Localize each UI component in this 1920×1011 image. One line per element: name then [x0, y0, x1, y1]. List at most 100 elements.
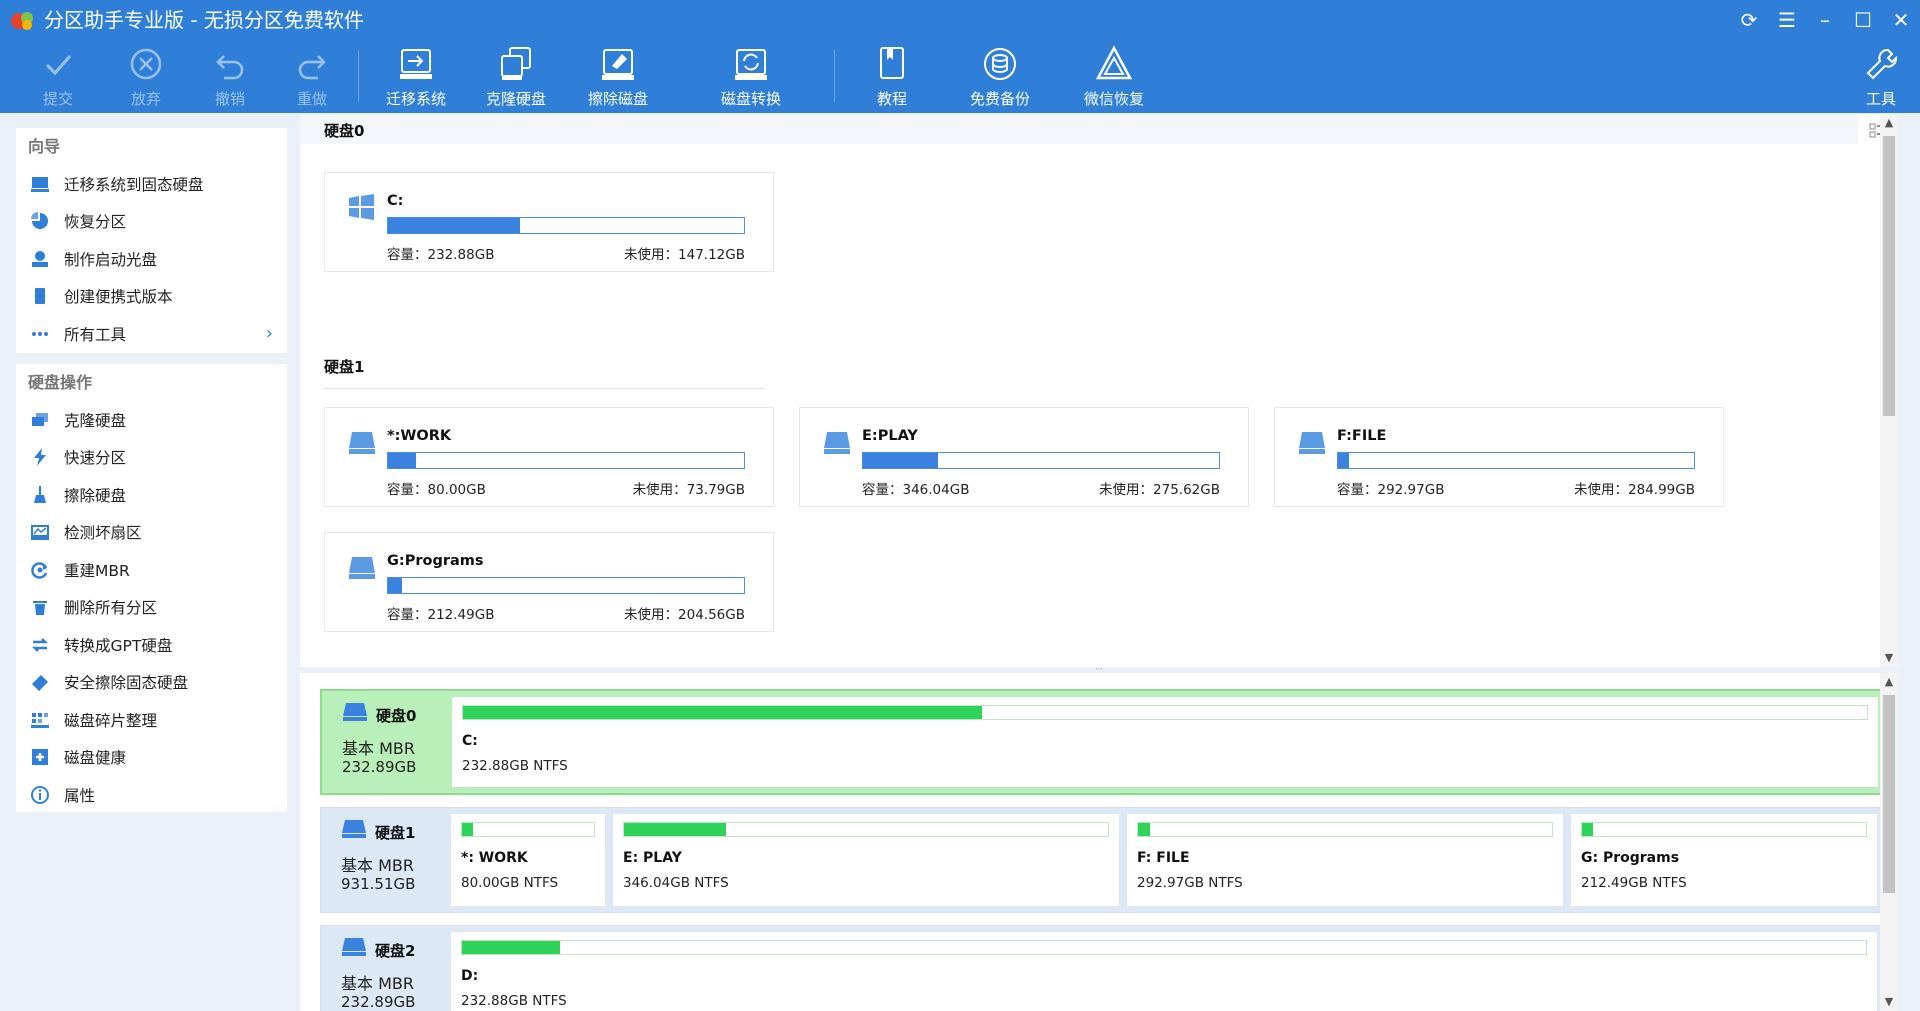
partition-block-play[interactable]: E: PLAY 346.04GB NTFS	[613, 814, 1119, 906]
free-space-text: 未使用：275.62GB	[1099, 482, 1220, 498]
partition-block-work[interactable]: *: WORK 80.00GB NTFS	[451, 814, 605, 906]
disk1-divider	[324, 388, 764, 389]
minimize-icon[interactable]: –	[1809, 6, 1841, 34]
sidebar-item-label: 迁移系统到固态硬盘	[64, 175, 204, 194]
sidebar-item-convert-gpt[interactable]: 转换成GPT硬盘	[16, 626, 287, 664]
discard-label: 放弃	[130, 90, 161, 108]
undo-button[interactable]: 撤销	[206, 44, 254, 110]
partition-name: E: PLAY	[623, 850, 682, 866]
wechat-recovery-button[interactable]: 微信恢复	[1077, 44, 1151, 110]
commit-label: 提交	[42, 90, 73, 108]
sidebar-item-label: 擦除硬盘	[64, 486, 127, 505]
partition-name: G:Programs	[387, 553, 484, 569]
maximize-icon[interactable]: ☐	[1847, 6, 1879, 34]
partition-block-programs[interactable]: G: Programs 212.49GB NTFS	[1571, 814, 1877, 906]
partition-info: 232.88GB NTFS	[462, 758, 568, 774]
commit-button[interactable]: 提交	[34, 44, 82, 110]
sidebar-item-delete-all[interactable]: 删除所有分区	[16, 589, 287, 627]
usage-bar-fill	[388, 218, 520, 233]
tools-button[interactable]: 工具	[1862, 44, 1900, 110]
partition-card-work[interactable]: *:WORK 容量：80.00GB 未使用：73.79GB	[324, 407, 774, 507]
sidebar-item-properties[interactable]: 属性	[16, 776, 287, 814]
free-space-text: 未使用：73.79GB	[632, 482, 745, 498]
sidebar-item-bad-sector[interactable]: 检测坏扇区	[16, 514, 287, 552]
wechat-recovery-label: 微信恢复	[1083, 90, 1144, 108]
partition-info: 212.49GB NTFS	[1581, 875, 1687, 891]
free-backup-button[interactable]: 免费备份	[963, 44, 1037, 110]
drive-icon	[1299, 432, 1325, 454]
drive-icon	[342, 820, 366, 838]
sidebar-item-quick-partition[interactable]: 快速分区	[16, 439, 287, 477]
sidebar-item-portable[interactable]: 创建便携式版本	[16, 278, 287, 316]
sidebar-item-recover-partition[interactable]: 恢复分区	[16, 203, 287, 241]
sidebar-item-wipe-disk[interactable]: 擦除硬盘	[16, 476, 287, 514]
clone-disk-button[interactable]: 克隆硬盘	[481, 44, 551, 110]
partition-card-programs[interactable]: G:Programs 容量：212.49GB 未使用：204.56GB	[324, 532, 774, 632]
migrate-os-button[interactable]: 迁移系统	[381, 44, 451, 110]
disk-size: 232.89GB	[341, 993, 416, 1011]
sidebar-item-label: 恢复分区	[64, 213, 127, 232]
scroll-down-arrow-icon[interactable]: ▼	[1880, 993, 1898, 1011]
scroll-down-arrow-icon[interactable]: ▼	[1880, 649, 1898, 667]
capacity-text: 容量：346.04GB	[862, 482, 970, 498]
sidebar-item-boot-disc[interactable]: 制作启动光盘	[16, 240, 287, 278]
disk-row-1[interactable]: 硬盘1 基本 MBR 931.51GB *: WORK 80.00GB NTFS…	[320, 807, 1883, 913]
disk-row-0[interactable]: 硬盘0 基本 MBR 232.89GB C: 232.88GB NTFS	[320, 689, 1883, 795]
sidebar-item-rebuild-mbr[interactable]: 重建MBR	[16, 551, 287, 589]
partition-block-d[interactable]: D: 232.88GB NTFS	[451, 932, 1877, 1011]
usage-bar	[1337, 452, 1695, 469]
scroll-thumb[interactable]	[1883, 695, 1895, 893]
partition-name: C:	[462, 733, 478, 749]
drive-icon	[349, 557, 375, 579]
scroll-up-arrow-icon[interactable]: ▲	[1880, 114, 1898, 132]
lightning-icon	[34, 448, 46, 467]
tutorial-button[interactable]: 教程	[871, 44, 913, 110]
redo-button[interactable]: 重做	[288, 44, 336, 110]
partition-name: *: WORK	[461, 850, 528, 866]
cancel-icon	[130, 48, 162, 80]
undo-icon	[216, 55, 244, 80]
usage-bar	[462, 705, 1868, 720]
migrate-disk-icon	[400, 49, 432, 79]
toolbar-separator	[834, 50, 835, 102]
discard-button[interactable]: 放弃	[122, 44, 170, 110]
partition-card-c[interactable]: C: 容量：232.88GB 未使用：147.12GB	[324, 172, 774, 272]
sidebar-item-clone-disk[interactable]: 克隆硬盘	[16, 401, 287, 439]
usage-bar-fill	[1338, 453, 1349, 468]
card-view-scrollbar[interactable]: ▲ ▼	[1880, 114, 1898, 667]
disk-ops-title: 硬盘操作	[28, 373, 93, 392]
sidebar-item-disk-health[interactable]: 磁盘健康	[16, 739, 287, 777]
partition-block-c[interactable]: C: 232.88GB NTFS	[452, 697, 1878, 787]
usage-bar	[623, 822, 1109, 837]
disk-map-scrollbar[interactable]: ▲ ▼	[1880, 673, 1898, 1011]
usage-bar-fill	[624, 823, 726, 836]
free-space-text: 未使用：147.12GB	[624, 247, 745, 263]
partition-card-file[interactable]: F:FILE 容量：292.97GB 未使用：284.99GB	[1274, 407, 1724, 507]
redo-label: 重做	[296, 90, 327, 108]
disk-type: 基本 MBR	[342, 739, 415, 758]
sidebar-item-all-tools[interactable]: 所有工具 ›	[16, 315, 287, 353]
sidebar-item-secure-erase-ssd[interactable]: 安全擦除固态硬盘	[16, 664, 287, 702]
sidebar-item-defrag[interactable]: 磁盘碎片整理	[16, 701, 287, 739]
partition-card-play[interactable]: E:PLAY 容量：346.04GB 未使用：275.62GB	[799, 407, 1249, 507]
app-logo-icon	[11, 12, 33, 30]
wipe-disk-button[interactable]: 擦除磁盘	[583, 44, 653, 110]
disk-convert-button[interactable]: 磁盘转换	[713, 44, 789, 110]
drive-icon	[349, 432, 375, 454]
scroll-up-arrow-icon[interactable]: ▲	[1880, 673, 1898, 691]
partition-block-file[interactable]: F: FILE 292.97GB NTFS	[1127, 814, 1563, 906]
disk-map-view: 硬盘0 基本 MBR 232.89GB C: 232.88GB NTFS 硬盘1…	[300, 673, 1898, 1011]
close-icon[interactable]: ✕	[1885, 6, 1917, 34]
refresh-icon[interactable]: ⟳	[1733, 6, 1765, 34]
broom-icon	[34, 485, 46, 503]
convert-icon	[31, 637, 49, 652]
convert-disk-icon	[735, 49, 767, 80]
disk-health-icon	[32, 749, 48, 766]
usage-bar	[387, 452, 745, 469]
usage-bar	[461, 822, 595, 837]
menu-icon[interactable]: ☰	[1771, 6, 1803, 34]
disk-row-2[interactable]: 硬盘2 基本 MBR 232.89GB D: 232.88GB NTFS	[320, 925, 1883, 1011]
scroll-thumb[interactable]	[1883, 136, 1895, 416]
sidebar-item-migrate-ssd[interactable]: 迁移系统到固态硬盘	[16, 165, 287, 203]
capacity-text: 容量：232.88GB	[387, 247, 495, 263]
